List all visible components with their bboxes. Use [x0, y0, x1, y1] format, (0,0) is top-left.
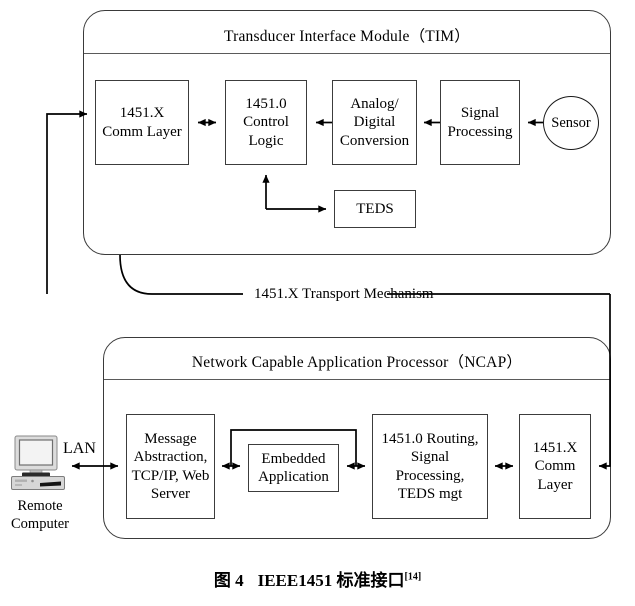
tim-teds-label: TEDS [356, 200, 394, 217]
ncap-comm-line-2: Comm [534, 458, 576, 475]
ncap-embedded-line-1: Embedded [261, 450, 326, 467]
tim-comm-layer-line-2: Comm Layer [102, 123, 182, 140]
ncap-message-line-4: Server [150, 485, 191, 502]
ncap-routing-line-1: 1451.0 Routing, [381, 430, 479, 447]
tim-control-logic-line-2: Control [243, 114, 289, 131]
block-tim-control-logic: 1451.0 Control Logic [225, 80, 307, 165]
ncap-routing-line-2: Signal [410, 449, 450, 466]
block-ncap-comm-layer: 1451.X Comm Layer [519, 414, 591, 519]
caption-reference: [14] [404, 571, 422, 583]
tim-control-logic-line-1: 1451.0 [245, 96, 287, 113]
block-ncap-message-abstraction: Message Abstraction, TCP/IP, Web Server [126, 414, 215, 519]
tim-sensor-label: Sensor [551, 114, 591, 131]
tim-comm-layer-line-1: 1451.X [119, 105, 165, 122]
tim-signal-processing-line-2: Processing [447, 123, 513, 140]
ncap-title-divider [104, 379, 610, 380]
remote-computer-label-line-1: Remote [17, 498, 63, 514]
ncap-message-line-2: Abstraction, [133, 449, 208, 466]
caption-prefix: 图 4 [213, 571, 244, 590]
tim-title-divider [84, 53, 610, 54]
tim-control-logic-line-3: Logic [248, 132, 284, 149]
ncap-routing-line-4: TEDS mgt [397, 485, 463, 502]
remote-computer-label: Remote Computer [0, 497, 80, 533]
block-ncap-embedded-application: Embedded Application [248, 444, 339, 492]
transport-left-branch [46, 110, 88, 294]
figure-caption: 图 4 IEEE1451 标准接口[14] [0, 566, 635, 591]
ncap-message-line-3: TCP/IP, Web [131, 467, 210, 484]
tim-adc-line-1: Analog/ [350, 96, 399, 113]
transport-mechanism-label: 1451.X Transport Mechanism [254, 286, 434, 302]
transport-tim-right-loop [119, 254, 243, 295]
tim-adc-line-2: Digital [353, 114, 396, 131]
tim-adc-line-3: Conversion [339, 132, 410, 149]
ncap-embedded-line-2: Application [258, 469, 329, 485]
lan-label: LAN [63, 440, 96, 457]
caption-title: IEEE1451 标准接口 [257, 571, 405, 590]
figure-canvas: Transducer Interface Module（TIM） 1451.X … [0, 0, 635, 606]
tim-signal-processing-line-1: Signal [460, 105, 500, 122]
ncap-message-line-1: Message [144, 430, 197, 447]
ncap-comm-line-3: Layer [537, 476, 573, 493]
block-tim-analog-digital-conversion: Analog/ Digital Conversion [332, 80, 417, 165]
block-tim-teds: TEDS [334, 190, 416, 228]
remote-computer-label-line-2: Computer [11, 516, 69, 533]
block-tim-signal-processing: Signal Processing [440, 80, 520, 165]
ncap-title: Network Capable Application Processor（NC… [191, 354, 523, 371]
block-ncap-routing: 1451.0 Routing, Signal Processing, TEDS … [372, 414, 488, 519]
tim-title: Transducer Interface Module（TIM） [223, 28, 470, 45]
ncap-comm-line-1: 1451.X [532, 440, 578, 457]
tim-sensor-ellipse: Sensor [543, 96, 599, 150]
ncap-routing-line-3: Processing, [395, 467, 465, 484]
block-tim-comm-layer: 1451.X Comm Layer [95, 80, 189, 165]
desktop-computer-icon [10, 435, 68, 496]
